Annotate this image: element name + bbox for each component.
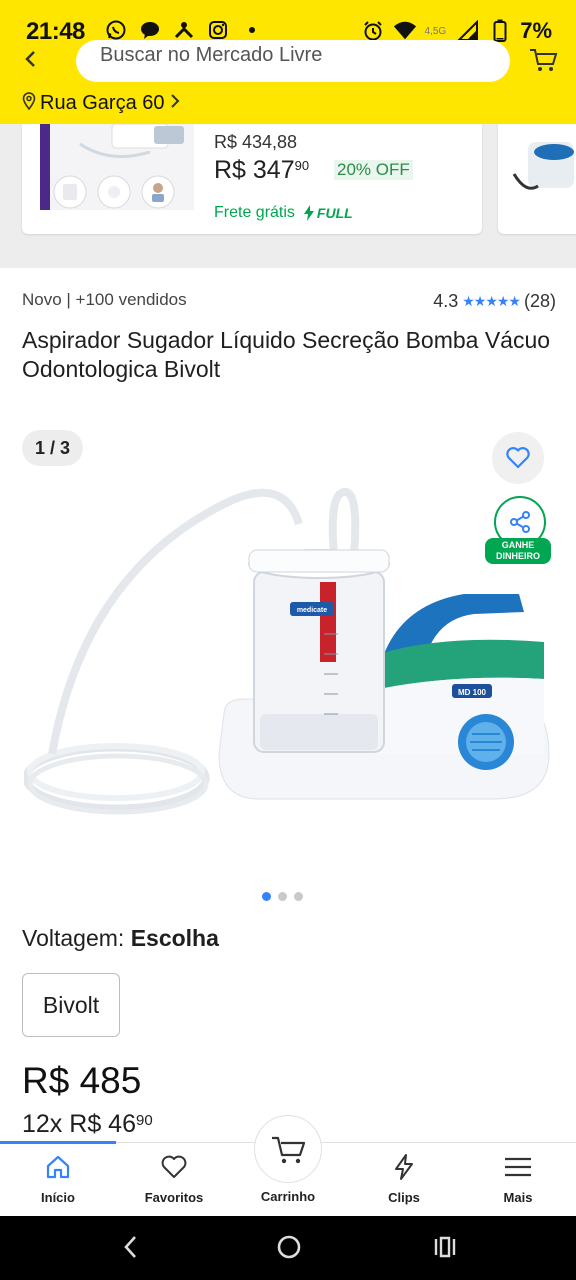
rating-stars-icon: ★★★★★ [462,293,521,309]
system-back-icon[interactable] [120,1234,142,1265]
nav-favorites[interactable]: Favoritos [124,1153,224,1205]
system-recents-icon[interactable] [432,1234,458,1265]
recommendation-old-price: R$ 434,88 [214,132,298,152]
battery-percent: 7% [520,18,552,43]
variant-option-bivolt[interactable]: Bivolt [22,973,120,1037]
product-image[interactable]: MD 100 medicate [24,454,554,826]
home-icon [46,1155,70,1179]
status-time: 21:48 [26,18,85,45]
notification-icons [104,18,264,42]
carousel-dots [262,892,303,901]
product-gallery[interactable]: 1 / 3 GANHE DINHEIRO MD 100 medicate [0,420,576,880]
full-badge: FULL [303,205,353,221]
cart-icon [272,1136,306,1164]
chevron-right-icon [169,93,181,114]
nav-clips[interactable]: Clips [354,1153,454,1205]
nav-cart-button[interactable] [254,1115,322,1183]
recommendation-card[interactable]: R$ 434,88 R$ 34790 20% OFF Frete grátis … [22,124,482,234]
system-navigation-bar [0,1216,576,1280]
discount-badge: 20% OFF [334,160,413,180]
free-shipping-label: Frete grátis [214,204,295,221]
recommendation-carousel[interactable]: R$ 434,88 R$ 34790 20% OFF Frete grátis … [0,124,576,268]
free-shipping: Frete grátis FULL [214,204,353,222]
active-tab-indicator [0,1141,116,1144]
top-header: 21:48 4,5G 7% Buscar no Mercado Livre Ru… [0,0,576,124]
shipping-address[interactable]: Rua Garça 60 [22,92,181,115]
product-title: Aspirador Sugador Líquido Secreção Bomba… [22,327,551,382]
product-price: R$ 485 [22,1060,142,1101]
chat-bubble-icon [138,18,162,42]
recommendation-next-image [512,142,574,190]
nav-cart-label: Carrinho [260,1189,316,1204]
rating-summary[interactable]: 4.3 ★★★★★ (28) [433,291,556,312]
more-notifications-dot-icon [240,18,264,42]
model-label: MD 100 [458,688,487,697]
voltage-label: Voltagem: Escolha [22,925,219,951]
installments: 12x R$ 4690 [22,1110,153,1138]
reviews-count: (28) [523,291,556,311]
carousel-dot[interactable] [294,892,303,901]
network-type: 4,5G [424,25,447,37]
instagram-icon [206,18,230,42]
app-notification-icon [172,18,196,42]
search-input[interactable]: Buscar no Mercado Livre [76,40,510,82]
condition-sold-count: Novo | +100 vendidos [22,290,187,309]
recommendation-price: R$ 34790 [214,156,310,184]
nav-more[interactable]: Mais [468,1153,568,1205]
search-placeholder: Buscar no Mercado Livre [100,44,323,66]
bottom-navigation: Início Favoritos Carrinho Clips Mais [0,1115,576,1216]
menu-icon [505,1157,531,1177]
carousel-dot[interactable] [262,892,271,901]
carousel-dot[interactable] [278,892,287,901]
voltage-selection: Escolha [130,925,219,951]
system-home-icon[interactable] [276,1234,302,1265]
location-pin-icon [22,92,36,115]
nav-home[interactable]: Início [8,1153,108,1205]
lightning-icon [395,1154,413,1180]
lightning-icon [303,205,314,221]
brand-label: medicate [297,607,327,614]
address-text: Rua Garça 60 [40,92,165,114]
whatsapp-icon [104,18,128,42]
back-arrow-icon[interactable] [22,50,40,73]
recommendation-image [40,124,194,210]
rating-value: 4.3 [433,291,459,311]
recommendation-card-next[interactable] [498,124,576,234]
heart-icon [161,1155,187,1178]
cart-icon[interactable] [528,46,558,77]
